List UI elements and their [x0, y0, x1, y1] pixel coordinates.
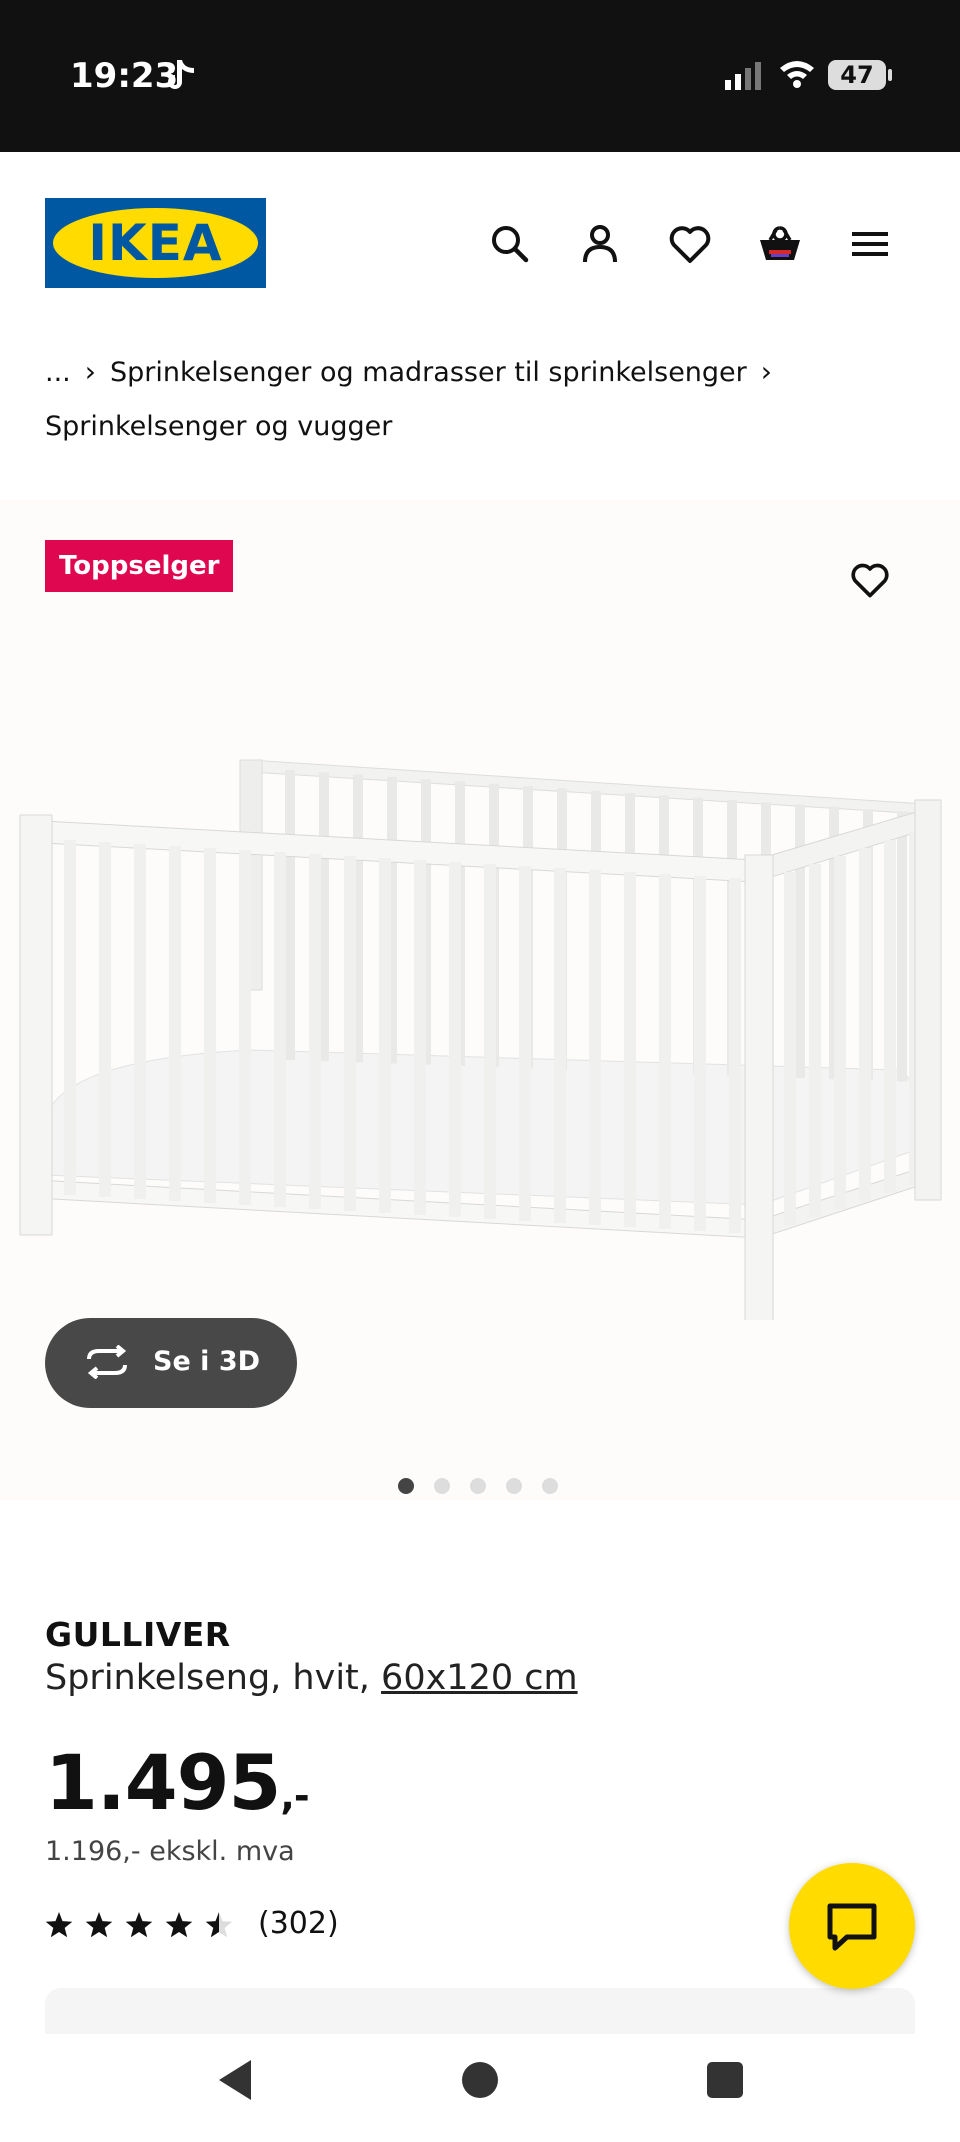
- breadcrumb-level2[interactable]: Sprinkelsenger og vugger: [45, 411, 392, 442]
- info-panel[interactable]: [45, 1988, 915, 2038]
- product-gallery[interactable]: Toppselger Se i 3D: [0, 500, 960, 1500]
- top-seller-badge: Toppselger: [45, 540, 234, 592]
- account-icon[interactable]: [576, 220, 624, 268]
- recents-icon[interactable]: [705, 2058, 745, 2106]
- price-main: 1.495: [45, 1738, 281, 1827]
- review-count[interactable]: (302): [258, 1906, 339, 1941]
- gallery-pagination[interactable]: [398, 1478, 578, 1498]
- chat-button[interactable]: [789, 1863, 915, 1989]
- signal-icon: [725, 62, 765, 94]
- status-time: 19:23: [70, 56, 179, 96]
- favourite-heart-icon[interactable]: [848, 558, 892, 606]
- site-header: IKEA: [0, 152, 960, 332]
- size-link[interactable]: 60x120 cm: [381, 1658, 578, 1698]
- product-price: 1.495,-: [45, 1738, 310, 1827]
- back-icon[interactable]: [215, 2058, 255, 2106]
- breadcrumb: ... › Sprinkelsenger og madrasser til spri…: [45, 345, 925, 454]
- star-icon: [125, 1912, 153, 1938]
- price-suffix: ,-: [280, 1774, 309, 1818]
- star-icon: [205, 1912, 233, 1938]
- product-type: Sprinkelseng, hvit,: [45, 1658, 370, 1698]
- star-icon: [45, 1912, 73, 1938]
- chat-icon: [827, 1903, 877, 1951]
- system-nav-bar: [0, 2034, 960, 2142]
- status-bar: 19:23 47: [0, 0, 960, 152]
- home-icon[interactable]: [460, 2058, 500, 2106]
- pagination-dot[interactable]: [434, 1478, 450, 1494]
- star-icon: [165, 1912, 193, 1938]
- breadcrumb-level1[interactable]: Sprinkelsenger og madrasser til sprinkel…: [110, 357, 747, 388]
- tiktok-icon: [164, 58, 198, 98]
- chevron-right-icon: ›: [760, 355, 772, 388]
- chevron-right-icon: ›: [84, 355, 96, 388]
- pagination-dot[interactable]: [398, 1478, 414, 1494]
- product-description: Sprinkelseng, hvit, 60x120 cm: [45, 1658, 578, 1698]
- logo-text: IKEA: [88, 214, 223, 272]
- pagination-dot[interactable]: [542, 1478, 558, 1494]
- breadcrumb-ellipsis[interactable]: ...: [45, 357, 71, 388]
- menu-icon[interactable]: [846, 220, 894, 268]
- rotate-3d-icon: [83, 1344, 131, 1386]
- star-icon: [85, 1912, 113, 1938]
- heart-icon[interactable]: [666, 220, 714, 268]
- pagination-dot[interactable]: [470, 1478, 486, 1494]
- battery-icon: 47: [828, 60, 892, 90]
- rating-stars[interactable]: [45, 1908, 245, 1946]
- ikea-logo[interactable]: IKEA: [45, 198, 266, 288]
- basket-icon[interactable]: [756, 220, 804, 268]
- crib-image: [19, 759, 942, 1320]
- view-3d-button[interactable]: Se i 3D: [45, 1318, 297, 1408]
- view-3d-label: Se i 3D: [153, 1346, 261, 1377]
- price-ex-vat: 1.196,- ekskl. mva: [45, 1836, 295, 1867]
- search-icon[interactable]: [486, 220, 534, 268]
- pagination-dot[interactable]: [506, 1478, 522, 1494]
- product-name: GULLIVER: [45, 1615, 231, 1654]
- wifi-icon: [778, 58, 816, 92]
